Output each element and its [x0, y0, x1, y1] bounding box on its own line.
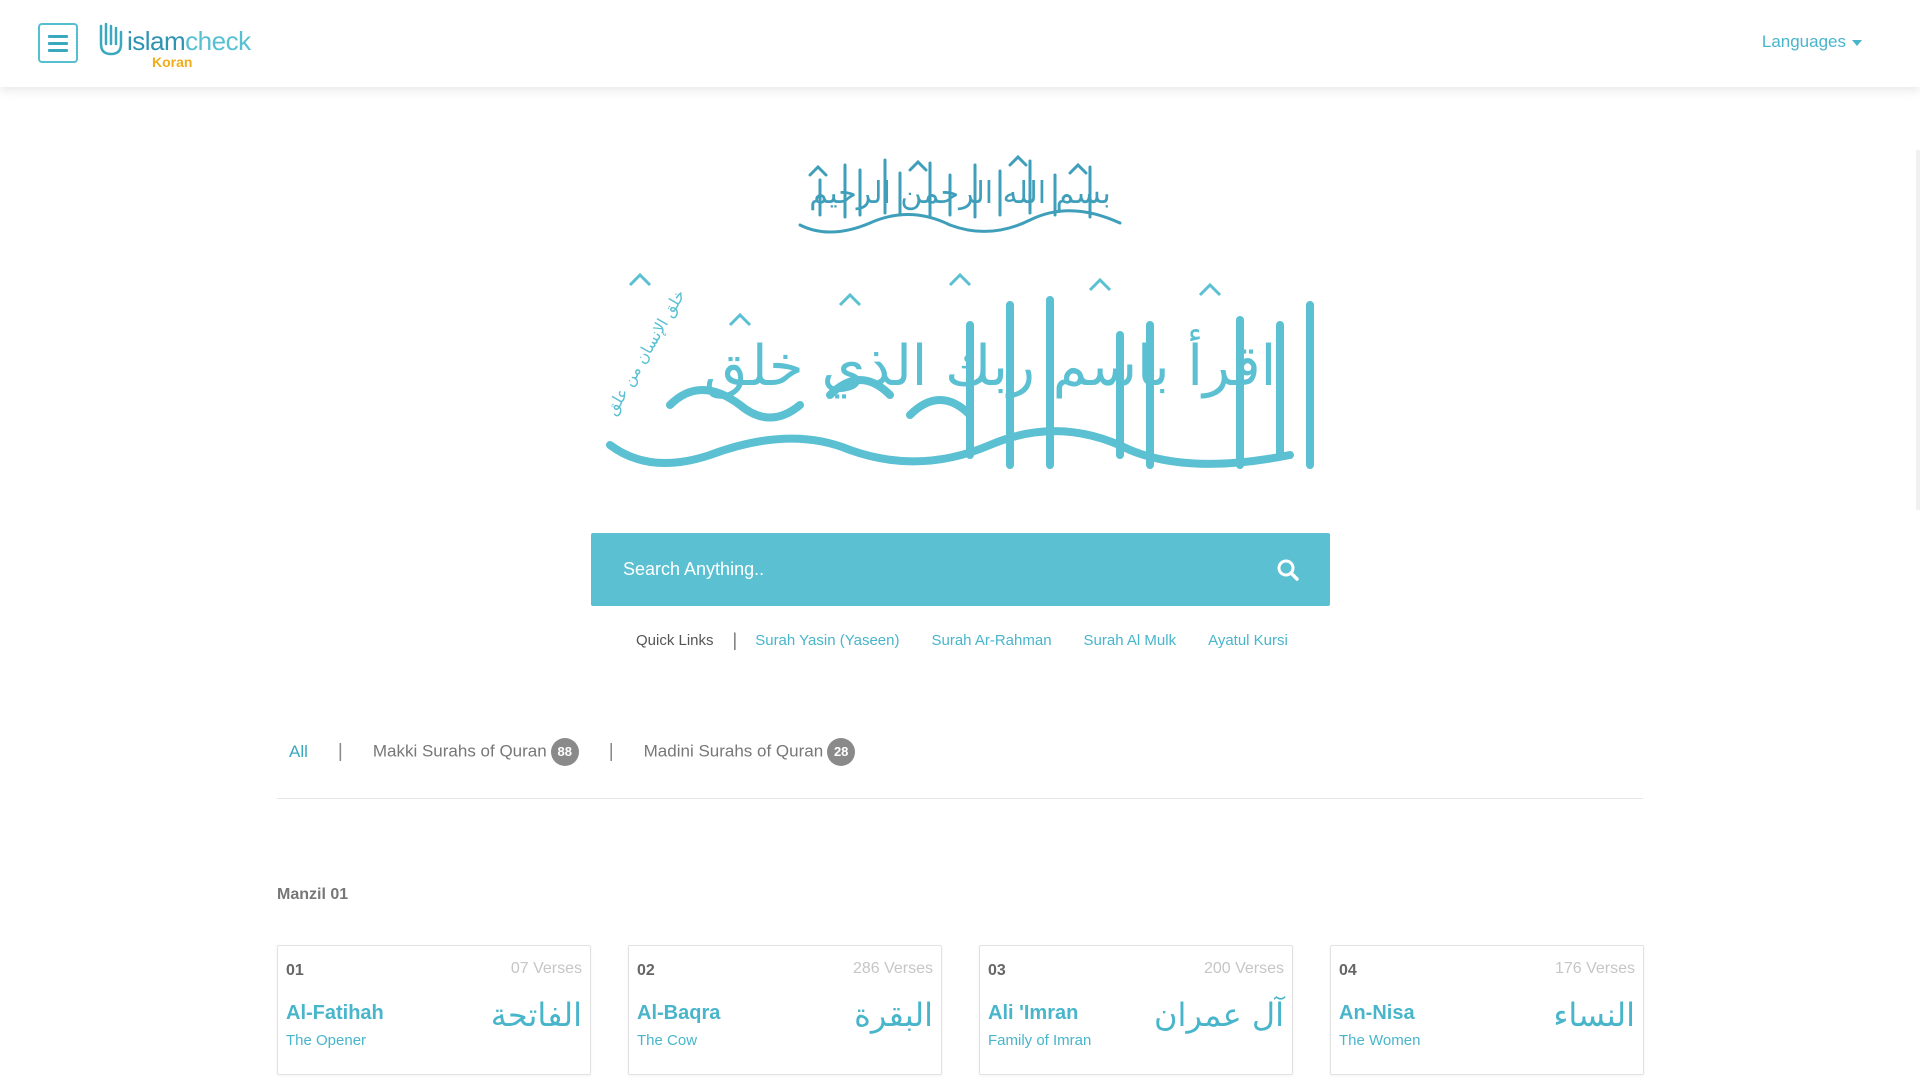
search-icon[interactable]: [1276, 558, 1300, 582]
surah-name: Ali 'Imran: [988, 1002, 1079, 1024]
manzil-heading: Manzil 01: [277, 886, 349, 903]
bismillah-calligraphy: بسم الله الرحمن الرحيم: [798, 154, 1122, 234]
quick-links-label: Quick Links: [636, 632, 714, 649]
verse-count: 286 Verses: [852, 960, 933, 977]
madini-count-badge: 28: [827, 738, 856, 766]
surah-number: 01: [286, 962, 304, 979]
quick-links: Quick Links | Surah Yasin (Yaseen) Surah…: [636, 630, 1320, 651]
quick-link-surah-ar-rahman[interactable]: Surah Ar-Rahman: [931, 632, 1051, 649]
surah-number: 04: [1339, 962, 1357, 979]
verse-count: 07 Verses: [510, 960, 582, 977]
surah-meaning: The Women: [1339, 1032, 1421, 1049]
filter-makki-label: Makki Surahs of Quran: [372, 741, 547, 761]
hamburger-menu-icon: [48, 34, 68, 38]
surah-card-ali-imran[interactable]: 03 200 Verses Ali 'Imran Family of Imran…: [979, 945, 1293, 1075]
surah-name: Al-Baqra: [637, 1002, 721, 1024]
filter-all[interactable]: All: [289, 742, 308, 762]
hand-logo-icon: [99, 22, 123, 56]
hamburger-menu-button[interactable]: [38, 23, 78, 63]
islamcheck-logo[interactable]: islamcheck Koran: [97, 20, 267, 70]
surah-name: Al-Fatihah: [286, 1002, 384, 1024]
iqra-verse-text: اقرأ باسم ربك الذي خلق: [704, 329, 1276, 399]
search-bar: [591, 533, 1330, 606]
surah-name: An-Nisa: [1339, 1002, 1415, 1024]
caret-down-icon: [1852, 39, 1862, 46]
surah-arabic-name: الفاتحة: [490, 996, 582, 1034]
surah-card-al-baqra[interactable]: 02 286 Verses Al-Baqra The Cow البقرة: [628, 945, 942, 1075]
bismillah-text: بسم الله الرحمن الرحيم: [809, 176, 1111, 211]
hamburger-menu-icon-bar: [48, 48, 68, 52]
filter-madini-surahs[interactable]: Madini Surahs of Quran 28: [644, 738, 856, 766]
iqra-verse-calligraphy: اقرأ باسم ربك الذي خلق خلق الإنسان من عل…: [602, 272, 1314, 469]
logo-wordmark: islamcheck: [127, 27, 251, 55]
hamburger-menu-icon-bar: [48, 41, 68, 45]
page-scrollbar[interactable]: [1916, 150, 1920, 510]
filter-makki-surahs[interactable]: Makki Surahs of Quran 88: [373, 738, 579, 766]
section-divider: [277, 798, 1643, 799]
verse-count: 200 Verses: [1203, 960, 1284, 977]
top-navbar: islamcheck Koran Languages: [0, 0, 1920, 87]
surah-arabic-name: البقرة: [854, 996, 933, 1034]
makki-count-badge: 88: [550, 738, 579, 766]
languages-label: Languages: [1761, 32, 1846, 51]
surah-filter-tabs: All | Makki Surahs of Quran 88 | Madini S…: [289, 738, 856, 766]
surah-arabic-name: النساء: [1553, 996, 1635, 1034]
surah-number: 02: [637, 962, 655, 979]
surah-number: 03: [988, 962, 1006, 979]
filter-madini-label: Madini Surahs of Quran: [643, 741, 824, 761]
logo-subtitle: Koran: [152, 54, 193, 70]
divider: |: [337, 741, 343, 762]
surah-meaning: The Opener: [286, 1032, 367, 1049]
surah-meaning: The Cow: [637, 1032, 698, 1049]
quick-link-ayatul-kursi[interactable]: Ayatul Kursi: [1208, 632, 1288, 649]
search-input[interactable]: [623, 533, 1243, 606]
languages-dropdown[interactable]: Languages: [1762, 32, 1862, 52]
quick-link-surah-yasin[interactable]: Surah Yasin (Yaseen): [755, 632, 899, 649]
divider: |: [732, 630, 738, 650]
surah-meaning: Family of Imran: [988, 1032, 1092, 1049]
surah-card-al-fatihah[interactable]: 01 07 Verses Al-Fatihah The Opener الفات…: [277, 945, 591, 1075]
surah-arabic-name: آل عمران: [1154, 996, 1284, 1034]
quick-link-surah-al-mulk[interactable]: Surah Al Mulk: [1084, 632, 1177, 649]
logo-word-islam: islam: [127, 26, 186, 56]
divider: |: [608, 741, 614, 762]
logo-word-check: check: [185, 26, 251, 56]
surah-card-an-nisa[interactable]: 04 176 Verses An-Nisa The Women النساء: [1330, 945, 1644, 1075]
verse-count: 176 Verses: [1554, 960, 1635, 977]
